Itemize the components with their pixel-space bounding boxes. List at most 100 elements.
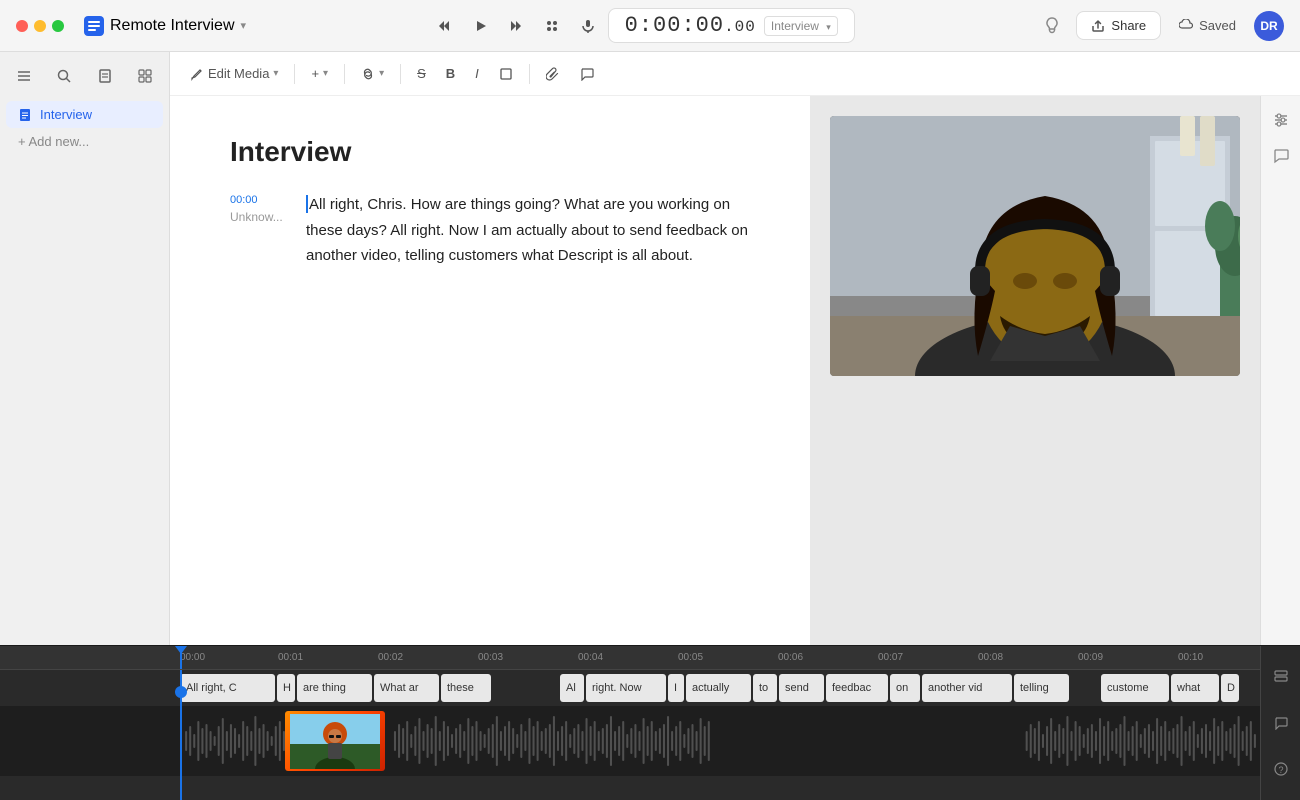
idea-button[interactable] — [1036, 10, 1068, 42]
ruler-mark-1: 00:01 — [278, 652, 303, 663]
timeline-chat-icon — [1274, 716, 1288, 730]
script-editor[interactable]: Interview 00:00 Unknow... All right, Chr… — [170, 96, 810, 645]
timeline-help-button[interactable]: ? — [1267, 755, 1295, 783]
ruler-mark-2: 00:02 — [378, 652, 403, 663]
word-chip-13[interactable]: another vid — [922, 674, 1012, 702]
properties-icon — [1273, 112, 1289, 128]
main-layout: Interview + Add new... Edit Media ▾ + ▾ — [0, 52, 1300, 645]
transcript-text[interactable]: All right, Chris. How are things going? … — [306, 192, 750, 269]
cloud-icon — [1179, 19, 1193, 33]
share-icon — [1091, 19, 1105, 33]
word-chip-4[interactable]: these — [441, 674, 491, 702]
document-title: Interview — [230, 136, 750, 168]
fast-forward-icon — [508, 18, 524, 34]
timeline-tracks: All right, C H are thing What ar these A… — [0, 670, 1300, 800]
timeline-layout-icon — [1274, 670, 1288, 684]
sidebar-grid-button[interactable] — [133, 64, 157, 93]
user-avatar[interactable]: DR — [1254, 11, 1284, 41]
word-chip-10[interactable]: send — [779, 674, 824, 702]
edit-media-button[interactable]: Edit Media ▾ — [182, 59, 286, 89]
toolbar-divider-1 — [294, 64, 295, 84]
word-chip-6[interactable]: right. Now — [586, 674, 666, 702]
word-chip-0[interactable]: All right, C — [180, 674, 275, 702]
maximize-button[interactable] — [52, 20, 64, 32]
ruler-mark-3: 00:03 — [478, 652, 503, 663]
bold-button[interactable]: B — [438, 59, 463, 89]
waveform-svg — [180, 706, 1260, 776]
timecode-ms: .00 — [724, 18, 756, 36]
toolbar-divider-3 — [400, 64, 401, 84]
minimize-button[interactable] — [34, 20, 46, 32]
project-name: Remote Interview — [110, 17, 235, 35]
titlebar: Remote Interview ▾ — [0, 0, 1300, 52]
video-preview[interactable] — [830, 116, 1240, 376]
fast-forward-button[interactable] — [500, 10, 532, 42]
text-cursor — [306, 195, 308, 213]
word-chip-3[interactable]: What ar — [374, 674, 439, 702]
ruler-mark-10: 00:10 — [1178, 652, 1203, 663]
word-chip-1[interactable]: H — [277, 674, 295, 702]
microphone-button[interactable] — [572, 10, 604, 42]
effects-button[interactable] — [536, 10, 568, 42]
word-chip-2[interactable]: are thing — [297, 674, 372, 702]
sidebar-search-button[interactable] — [52, 64, 76, 93]
sidebar: Interview + Add new... — [0, 52, 170, 645]
ruler-mark-5: 00:05 — [678, 652, 703, 663]
properties-panel-button[interactable] — [1265, 104, 1297, 136]
comments-panel-button[interactable] — [1265, 140, 1297, 172]
timeline-area: 00:00 00:01 00:02 00:03 00:04 00:05 00:0… — [0, 645, 1300, 800]
timeline-ruler: 00:00 00:01 00:02 00:03 00:04 00:05 00:0… — [0, 646, 1300, 670]
playhead-ruler-marker — [180, 646, 182, 669]
word-chip-15[interactable]: custome — [1101, 674, 1169, 702]
word-chip-9[interactable]: to — [753, 674, 777, 702]
word-chip-16[interactable]: what — [1171, 674, 1219, 702]
play-button[interactable] — [464, 10, 496, 42]
sidebar-menu-button[interactable] — [12, 64, 36, 93]
sidebar-doc-button[interactable] — [93, 64, 117, 93]
box-icon — [499, 67, 513, 81]
document-file-icon — [18, 108, 32, 122]
video-panel — [810, 96, 1260, 645]
word-track: All right, C H are thing What ar these A… — [0, 670, 1300, 706]
editor-area: Edit Media ▾ + ▾ ▾ S B — [170, 52, 1300, 645]
link-icon — [361, 67, 375, 81]
clip-button[interactable] — [538, 59, 568, 89]
timeline-layout-button[interactable] — [1267, 663, 1295, 691]
timecode-display: 0:00:00.00 Interview ▾ — [608, 8, 855, 43]
link-button[interactable]: ▾ — [353, 59, 392, 89]
word-chip-5[interactable]: Al — [560, 674, 584, 702]
saved-button[interactable]: Saved — [1169, 12, 1246, 39]
strikethrough-button[interactable]: S — [409, 59, 434, 89]
ruler-mark-7: 00:07 — [878, 652, 903, 663]
timecode-main: 0:00:00 — [625, 13, 724, 38]
traffic-lights — [16, 20, 64, 32]
word-chip-12[interactable]: on — [890, 674, 920, 702]
word-chip-8[interactable]: actually — [686, 674, 751, 702]
word-chip-14[interactable]: telling — [1014, 674, 1069, 702]
word-chip-17[interactable]: D — [1221, 674, 1239, 702]
ruler-mark-9: 00:09 — [1078, 652, 1103, 663]
word-chip-11[interactable]: feedbac — [826, 674, 888, 702]
edit-icon — [190, 67, 204, 81]
timeline-label[interactable]: Interview ▾ — [764, 16, 838, 36]
sidebar-item-interview[interactable]: Interview — [6, 101, 163, 128]
project-dropdown-arrow[interactable]: ▾ — [241, 19, 247, 32]
add-button[interactable]: + ▾ — [303, 59, 336, 89]
box-button[interactable] — [491, 59, 521, 89]
italic-button[interactable]: I — [467, 59, 487, 89]
sidebar-top-icons — [0, 60, 169, 101]
video-frame — [830, 116, 1240, 376]
word-chip-7[interactable]: I — [668, 674, 684, 702]
speaker-label: 00:00 Unknow... — [230, 192, 290, 269]
timeline-chat-button[interactable] — [1267, 709, 1295, 737]
add-new-button[interactable]: + Add new... — [6, 128, 163, 155]
share-button[interactable]: Share — [1076, 11, 1161, 40]
help-icon: ? — [1274, 762, 1288, 776]
comment-button[interactable] — [572, 59, 602, 89]
video-audio-track — [0, 706, 1300, 776]
timestamp-badge: 00:00 — [230, 194, 290, 206]
rewind-button[interactable] — [428, 10, 460, 42]
timeline-right-icons: ? — [1260, 646, 1300, 800]
close-button[interactable] — [16, 20, 28, 32]
effects-icon — [544, 18, 560, 34]
